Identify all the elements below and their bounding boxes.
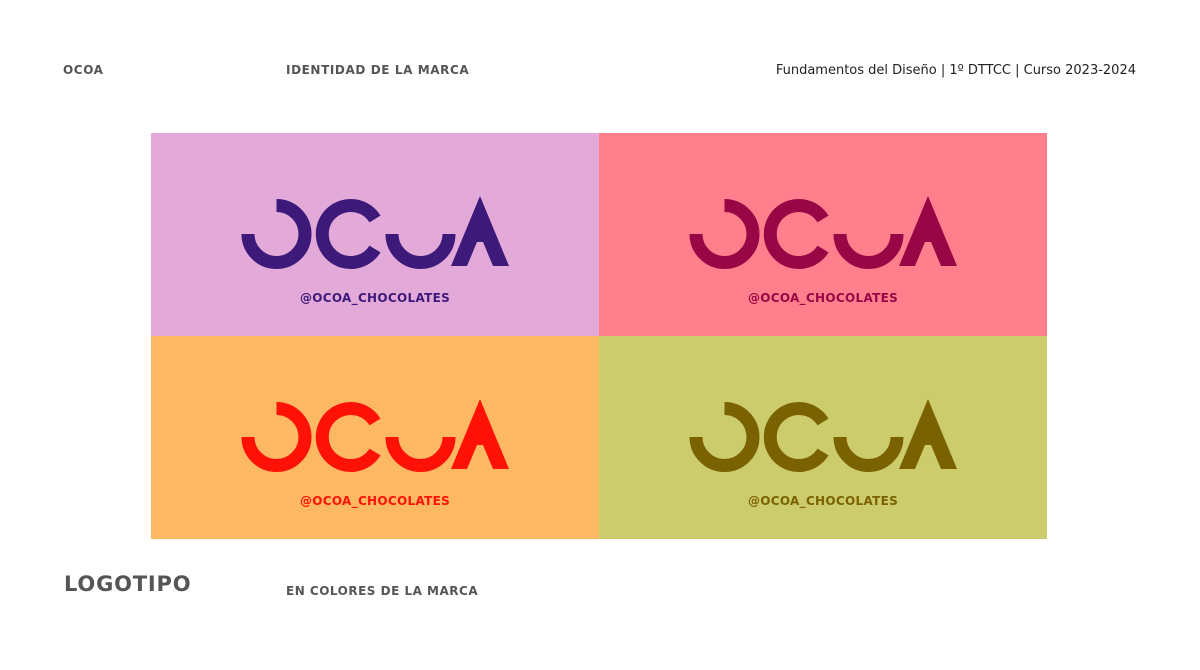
- instagram-handle: @OCOA_CHOCOLATES: [299, 291, 451, 305]
- logo-letter-o: [833, 233, 904, 269]
- logo-letter-o: [385, 436, 456, 472]
- page-title: LOGOTIPO: [64, 572, 192, 596]
- logo-panel-olive: OCOA @OCOA_CHOCOLATES: [599, 336, 1047, 539]
- logo-panel-orange: OCOA @OCOA_CHOCOLATES: [151, 336, 599, 539]
- ocoa-logo: OCOA: [689, 399, 957, 472]
- logo-letter-c: [763, 402, 829, 472]
- logo-letter-a: [451, 196, 509, 266]
- logo-letter-o: [385, 233, 456, 269]
- course-info: Fundamentos del Diseño | 1º DTTCC | Curs…: [775, 63, 1136, 78]
- instagram-handle: @OCOA_CHOCOLATES: [747, 494, 899, 508]
- logo-letter-o: [689, 199, 760, 269]
- logo-letter-o: [241, 199, 312, 269]
- logo-letter-o: [689, 402, 760, 472]
- ocoa-logo: OCOA: [241, 399, 509, 472]
- logo-letter-c: [315, 199, 381, 269]
- logo-letter-a: [899, 196, 957, 266]
- logo-letter-o: [241, 402, 312, 472]
- page-subtitle: EN COLORES DE LA MARCA: [286, 584, 479, 598]
- ocoa-logo: OCOA: [241, 196, 509, 269]
- ocoa-logo: OCOA: [689, 196, 957, 269]
- section-title: IDENTIDAD DE LA MARCA: [286, 63, 470, 77]
- instagram-handle: @OCOA_CHOCOLATES: [747, 291, 899, 305]
- logo-letter-c: [763, 199, 829, 269]
- logo-color-grid: OCOA @OCOA_CHOCOLATES OCOA @OCOA_CHOCOLA…: [151, 133, 1047, 539]
- logo-letter-a: [899, 399, 957, 469]
- logo-panel-pink: OCOA @OCOA_CHOCOLATES: [599, 133, 1047, 336]
- logo-letter-o: [833, 436, 904, 472]
- logo-letter-c: [315, 402, 381, 472]
- logo-letter-a: [451, 399, 509, 469]
- brand-name: OCOA: [63, 63, 104, 77]
- instagram-handle: @OCOA_CHOCOLATES: [299, 494, 451, 508]
- logo-panel-purple: OCOA @OCOA_CHOCOLATES: [151, 133, 599, 336]
